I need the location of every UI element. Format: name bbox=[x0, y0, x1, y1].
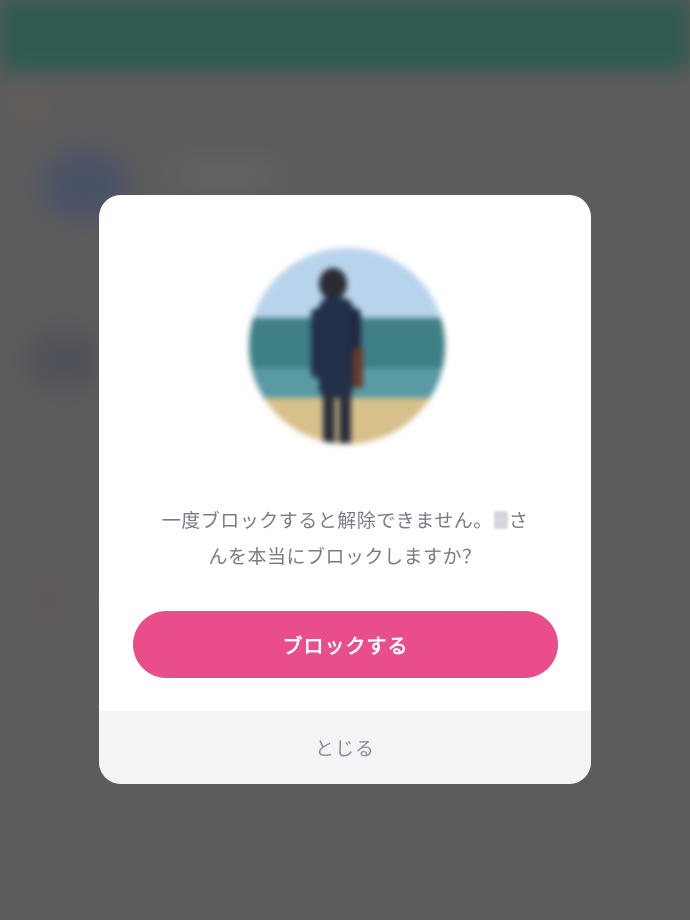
block-warning-message: 一度ブロックすると解除できません。さ んを本当にブロックしますか？ bbox=[99, 503, 591, 575]
message-text: さ bbox=[508, 510, 529, 532]
message-text: 一度ブロックすると解除できません。 bbox=[161, 510, 493, 532]
close-label: とじる bbox=[314, 738, 375, 760]
masked-username bbox=[493, 511, 508, 529]
background-blur bbox=[25, 330, 105, 390]
message-line-2: んを本当にブロックしますか？ bbox=[208, 546, 482, 568]
background-blur bbox=[170, 160, 280, 190]
background-blur bbox=[10, 95, 50, 115]
block-button[interactable]: ブロックする bbox=[133, 611, 558, 678]
background-blur bbox=[20, 590, 80, 610]
background-header bbox=[0, 0, 690, 70]
user-avatar bbox=[249, 248, 445, 444]
close-button[interactable]: とじる bbox=[99, 711, 591, 784]
user-photo bbox=[249, 248, 445, 444]
message-line-1: 一度ブロックすると解除できません。さ bbox=[99, 503, 591, 539]
